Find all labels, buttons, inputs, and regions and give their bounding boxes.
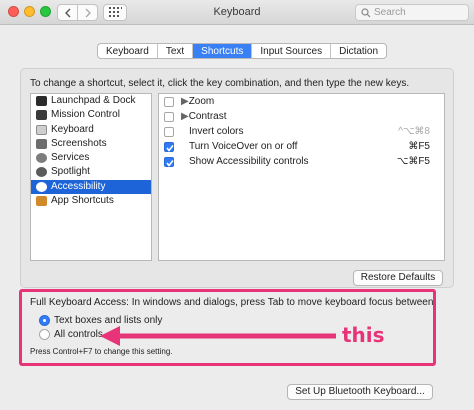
mission-control-icon [36, 110, 47, 121]
shortcut-list[interactable]: ▶Zoom ▶Contrast Invert colors ^⌥⌘8 Turn … [158, 93, 445, 261]
shortcut-checkbox[interactable] [164, 127, 174, 137]
shortcut-row-contrast[interactable]: ▶Contrast [159, 109, 444, 124]
category-accessibility[interactable]: Accessibility [31, 179, 151, 195]
tab-input-sources[interactable]: Input Sources [252, 44, 332, 58]
shortcut-label: Turn VoiceOver on or off [189, 141, 298, 152]
shortcut-checkbox[interactable] [164, 142, 174, 152]
app-shortcuts-icon [36, 196, 47, 207]
search-field[interactable]: Search [355, 4, 469, 21]
tab-text[interactable]: Text [158, 44, 194, 58]
shortcut-label: Invert colors [189, 126, 244, 137]
category-label: Spotlight [51, 166, 90, 178]
annotation-label: this [342, 323, 385, 347]
launchpad-icon [36, 96, 47, 106]
category-screenshots[interactable]: Screenshots [31, 137, 151, 151]
tab-dictation[interactable]: Dictation [331, 44, 386, 58]
shortcut-row-zoom[interactable]: ▶Zoom [159, 94, 444, 109]
shortcut-checkbox[interactable] [164, 157, 174, 167]
shortcut-key[interactable]: ⌥⌘F5 [397, 154, 430, 169]
keyboard-icon [36, 124, 47, 135]
restore-defaults-button[interactable]: Restore Defaults [353, 270, 443, 286]
category-label: Mission Control [51, 109, 120, 121]
search-icon [361, 8, 371, 18]
category-label: App Shortcuts [51, 195, 114, 207]
shortcut-label: Show Accessibility controls [189, 156, 309, 167]
checkmark-icon [166, 160, 174, 167]
instructions-text: To change a shortcut, select it, click t… [30, 78, 410, 89]
shortcut-checkbox[interactable] [164, 97, 174, 107]
screenshots-icon [36, 138, 47, 149]
title-bar: Keyboard Search [0, 0, 474, 25]
category-services[interactable]: Services [31, 151, 151, 165]
category-label: Accessibility [51, 180, 106, 192]
category-mission-control[interactable]: Mission Control [31, 108, 151, 122]
shortcut-label: ▶Zoom [181, 96, 215, 107]
category-keyboard[interactable]: Keyboard [31, 123, 151, 137]
shortcut-key[interactable]: ⌘F5 [408, 139, 430, 154]
category-app-shortcuts[interactable]: App Shortcuts [31, 194, 151, 208]
shortcut-checkbox[interactable] [164, 112, 174, 122]
setup-bluetooth-keyboard-button[interactable]: Set Up Bluetooth Keyboard... [287, 384, 433, 400]
category-list[interactable]: Launchpad & Dock Mission Control Keyboar… [30, 93, 152, 261]
tab-keyboard[interactable]: Keyboard [98, 44, 158, 58]
services-gear-icon [36, 153, 47, 164]
search-placeholder: Search [374, 7, 406, 18]
category-label: Launchpad & Dock [51, 95, 136, 106]
shortcut-row-accessibility-controls[interactable]: Show Accessibility controls ⌥⌘F5 [159, 154, 444, 169]
disclosure-triangle-icon[interactable]: ▶ [181, 96, 189, 107]
category-launchpad-dock[interactable]: Launchpad & Dock [31, 94, 151, 108]
shortcut-row-invert-colors[interactable]: Invert colors ^⌥⌘8 [159, 124, 444, 139]
tab-shortcuts[interactable]: Shortcuts [193, 44, 253, 58]
category-spotlight[interactable]: Spotlight [31, 165, 151, 179]
checkmark-icon [166, 145, 174, 152]
category-label: Keyboard [51, 123, 94, 135]
accessibility-icon [36, 181, 47, 192]
category-label: Screenshots [51, 137, 107, 149]
shortcut-key[interactable]: ^⌥⌘8 [398, 124, 430, 139]
shortcut-label: ▶Contrast [181, 111, 227, 122]
tab-bar: Keyboard Text Shortcuts Input Sources Di… [97, 43, 388, 59]
spotlight-icon [36, 167, 47, 178]
category-label: Services [51, 152, 90, 164]
shortcut-row-voiceover[interactable]: Turn VoiceOver on or off ⌘F5 [159, 139, 444, 154]
disclosure-triangle-icon[interactable]: ▶ [181, 111, 189, 122]
